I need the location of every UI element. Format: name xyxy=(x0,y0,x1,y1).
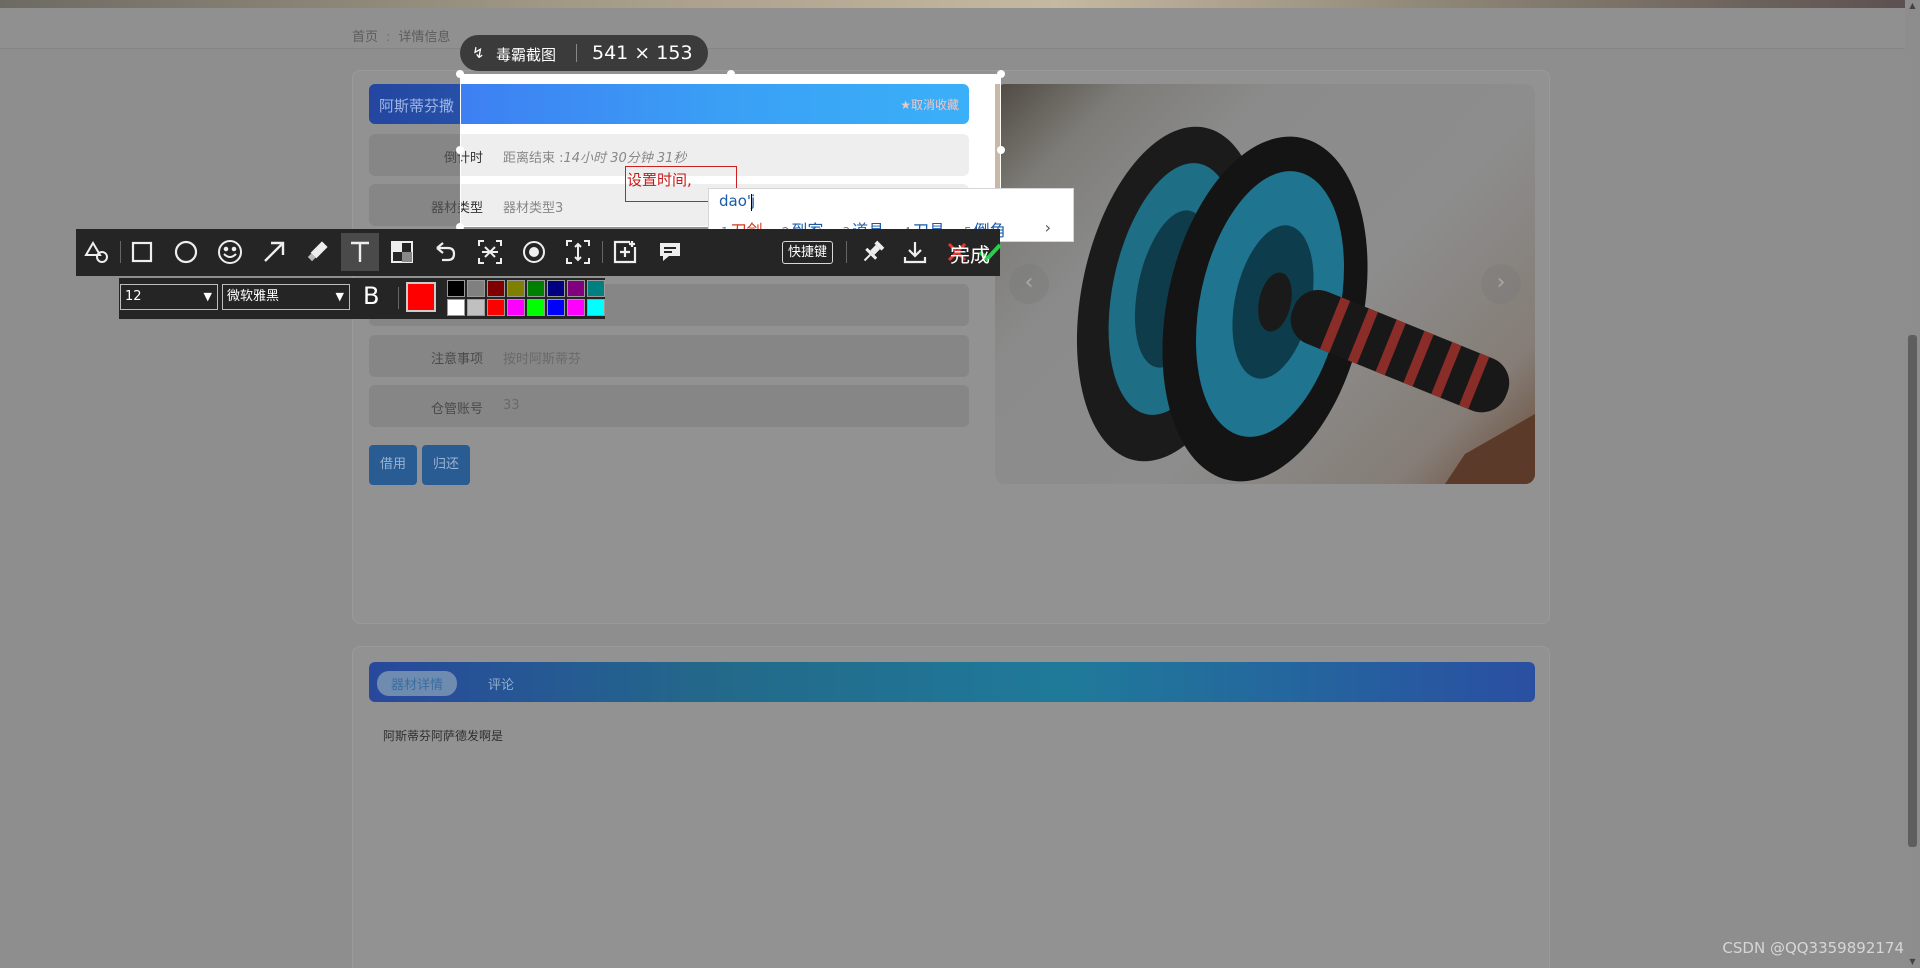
emoji-icon[interactable] xyxy=(211,233,249,271)
rectangle-icon[interactable] xyxy=(123,233,161,271)
ime-next-page-icon[interactable]: › xyxy=(1045,218,1051,237)
page-scrollbar[interactable]: ▲ ▼ xyxy=(1905,0,1920,968)
shape-tool-icon[interactable] xyxy=(78,233,116,271)
scroll-thumb[interactable] xyxy=(1908,335,1917,847)
color-swatch[interactable] xyxy=(527,280,545,297)
ellipse-icon[interactable] xyxy=(167,233,205,271)
shortcut-button[interactable]: 快捷键 xyxy=(782,241,834,264)
undo-icon[interactable] xyxy=(426,233,464,271)
ab-roller-image xyxy=(1076,126,1535,484)
color-swatch[interactable] xyxy=(567,280,585,297)
color-swatch[interactable] xyxy=(447,280,465,297)
color-swatch[interactable] xyxy=(527,299,545,316)
chevron-down-icon: ▼ xyxy=(335,290,344,303)
toolbar-divider xyxy=(846,241,847,263)
detail-tabbar: 器材详情 评论 xyxy=(369,662,1535,702)
detail-content: 阿斯蒂芬阿萨德发啊是 xyxy=(383,729,504,743)
marker-icon[interactable] xyxy=(298,233,336,271)
resize-handle-w[interactable] xyxy=(456,146,464,154)
resize-handle-n[interactable] xyxy=(727,70,735,78)
chevron-down-icon: ▼ xyxy=(203,290,212,303)
toolbar-divider xyxy=(602,241,603,263)
equipment-title: 阿斯蒂芬撒 xyxy=(379,97,455,115)
current-color-swatch[interactable] xyxy=(406,282,436,312)
notes-value: 按时阿斯蒂芬 xyxy=(503,352,582,367)
carousel-next-button[interactable]: › xyxy=(1481,264,1521,304)
keeper-value: 33 xyxy=(503,398,520,413)
download-icon[interactable] xyxy=(896,233,934,271)
breadcrumb: 首页: 详情信息 xyxy=(352,26,450,45)
color-swatch[interactable] xyxy=(487,280,505,297)
text-icon[interactable] xyxy=(341,233,379,271)
keeper-label: 仓管账号 xyxy=(430,402,483,417)
color-swatch[interactable] xyxy=(547,280,565,297)
pin-icon[interactable] xyxy=(854,233,892,271)
csdn-watermark: CSDN @QQ3359892174 xyxy=(1722,939,1904,957)
font-size-select[interactable]: 12 ▼ xyxy=(120,284,218,310)
breadcrumb-separator: : xyxy=(386,30,391,45)
screenshot-toolbar: 快捷键 xyxy=(76,229,1002,276)
color-palette xyxy=(446,279,606,317)
mosaic-icon[interactable] xyxy=(383,233,421,271)
long-screenshot-icon[interactable] xyxy=(559,233,597,271)
scroll-up-icon[interactable]: ▲ xyxy=(1908,2,1917,10)
return-button[interactable]: 归还 xyxy=(422,445,470,485)
color-swatch[interactable] xyxy=(547,299,565,316)
text-annotation[interactable]: 设置时间, xyxy=(627,169,692,190)
ime-caret xyxy=(751,194,752,211)
ime-composition: dao'j xyxy=(719,192,756,210)
color-swatch[interactable] xyxy=(567,299,585,316)
ocr-icon[interactable] xyxy=(471,233,509,271)
record-icon[interactable] xyxy=(515,233,553,271)
header-banner xyxy=(0,0,1920,8)
notes-label: 注意事项 xyxy=(430,352,483,367)
color-swatch[interactable] xyxy=(467,299,485,316)
done-button[interactable]: 完成 xyxy=(950,239,990,268)
color-swatch[interactable] xyxy=(587,299,605,316)
color-swatch[interactable] xyxy=(587,280,605,297)
scroll-down-icon[interactable]: ▼ xyxy=(1908,958,1917,966)
color-swatch[interactable] xyxy=(447,299,465,316)
breadcrumb-home[interactable]: 首页 xyxy=(352,30,378,45)
bold-button[interactable]: B xyxy=(363,282,379,310)
screenshot-size-indicator: ↯ 毒霸截图 541 × 153 xyxy=(460,35,708,71)
color-swatch[interactable] xyxy=(507,280,525,297)
borrow-button[interactable]: 借用 xyxy=(369,445,417,485)
toolbar-divider xyxy=(120,241,121,263)
options-divider xyxy=(398,287,399,309)
selection-dimensions: 541 × 153 xyxy=(592,42,693,64)
duba-logo-icon: ↯ xyxy=(472,44,485,62)
font-family-select[interactable]: 微软雅黑 ▼ xyxy=(222,284,350,310)
resize-handle-e[interactable] xyxy=(997,146,1005,154)
keeper-row: 仓管账号 33 xyxy=(369,385,969,427)
notes-row: 注意事项 按时阿斯蒂芬 xyxy=(369,335,969,377)
tool-app-name: 毒霸截图 xyxy=(496,46,557,64)
breadcrumb-current: 详情信息 xyxy=(398,30,451,45)
arrow-icon[interactable] xyxy=(255,233,293,271)
add-icon[interactable] xyxy=(606,233,644,271)
comment-icon[interactable] xyxy=(651,233,689,271)
pill-divider xyxy=(576,44,577,62)
text-options-bar: 12 ▼ 微软雅黑 ▼ B xyxy=(119,278,605,319)
color-swatch[interactable] xyxy=(467,280,485,297)
tab-equipment-detail[interactable]: 器材详情 xyxy=(377,671,458,696)
resize-handle-nw[interactable] xyxy=(456,70,464,78)
breadcrumb-bar: 首页: 详情信息 xyxy=(0,8,1905,49)
resize-handle-ne[interactable] xyxy=(997,70,1005,78)
carousel-prev-button[interactable]: ‹ xyxy=(1009,264,1049,304)
color-swatch[interactable] xyxy=(487,299,505,316)
equipment-photo: ‹ › xyxy=(995,84,1535,484)
color-swatch[interactable] xyxy=(507,299,525,316)
tab-comments[interactable]: 评论 xyxy=(474,671,528,696)
